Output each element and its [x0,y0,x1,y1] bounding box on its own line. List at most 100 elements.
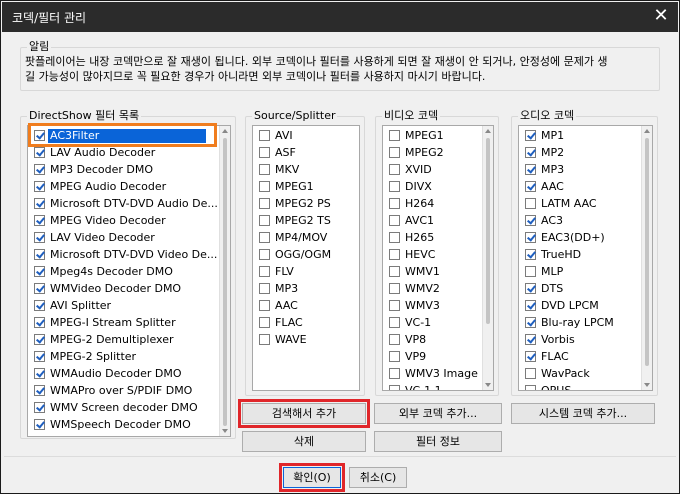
list-item[interactable]: AC3 [521,213,640,230]
list-item[interactable]: AVC1 [385,213,481,230]
list-item[interactable]: H264 [385,196,481,213]
checkbox[interactable] [259,249,270,260]
checkbox[interactable] [525,317,536,328]
checkbox[interactable] [525,334,536,345]
checkbox[interactable] [525,385,536,390]
list-item[interactable]: WMV3 Image [385,366,481,383]
list-item[interactable]: WAVE [255,332,359,349]
list-item[interactable]: MPEG Video Decoder [30,213,218,230]
list-item[interactable]: VC-1 1 [385,383,481,390]
checkbox[interactable] [34,334,45,345]
checkbox[interactable] [389,232,400,243]
list-item[interactable]: MPEG1 [385,128,481,145]
list-item[interactable]: AVI Splitter [30,298,218,315]
scroll-thumb[interactable] [486,138,490,324]
list-item[interactable]: MKV [255,162,359,179]
external-codec-add-button[interactable]: 외부 코덱 추가... [374,403,502,424]
list-item[interactable]: MPEG2 [385,145,481,162]
checkbox[interactable] [525,368,536,379]
scroll-down-icon[interactable] [644,383,650,387]
checkbox[interactable] [34,368,45,379]
checkbox[interactable] [525,300,536,311]
checkbox[interactable] [34,436,45,437]
scroll-down-icon[interactable] [485,383,491,387]
checkbox[interactable] [525,266,536,277]
checkbox[interactable] [34,283,45,294]
list-item[interactable]: MPEG2 TS [255,213,359,230]
list-item[interactable]: LAV Audio Decoder [30,145,218,162]
list-item[interactable]: MP3 Decoder DMO [30,162,218,179]
checkbox[interactable] [34,402,45,413]
list-item[interactable]: WMV1 [385,264,481,281]
list-item[interactable]: WMV Screen decoder DMO [30,400,218,417]
list-item[interactable]: Microsoft DTV-DVD Audio De... [30,196,218,213]
list-item[interactable]: MPEG-I Stream Splitter [30,315,218,332]
list-item[interactable]: MP3 [255,281,359,298]
checkbox[interactable] [259,181,270,192]
checkbox[interactable] [259,198,270,209]
checkbox[interactable] [259,232,270,243]
checkbox[interactable] [525,147,536,158]
checkbox[interactable] [34,351,45,362]
list-item[interactable]: AVI [255,128,359,145]
directshow-scrollbar[interactable] [219,126,230,436]
checkbox[interactable] [259,300,270,311]
checkbox[interactable] [525,181,536,192]
checkbox[interactable] [525,351,536,362]
checkbox[interactable] [34,266,45,277]
checkbox[interactable] [525,232,536,243]
list-item[interactable]: MPEG1 [255,179,359,196]
checkbox[interactable] [525,283,536,294]
list-item[interactable]: ASF [255,145,359,162]
checkbox[interactable] [34,419,45,430]
checkbox[interactable] [389,181,400,192]
list-item[interactable]: WavDest [30,434,218,437]
checkbox[interactable] [389,266,400,277]
checkbox[interactable] [389,283,400,294]
list-item[interactable]: WMSpeech Decoder DMO [30,417,218,434]
checkbox[interactable] [34,317,45,328]
checkbox[interactable] [389,385,400,390]
list-item[interactable]: MP3 [521,162,640,179]
scroll-up-icon[interactable] [485,129,491,133]
directshow-list[interactable]: AC3Filter LAV Audio Decoder MP3 Decoder DM… [27,125,231,437]
delete-button[interactable]: 삭제 [242,431,366,452]
list-item[interactable]: Microsoft DTV-DVD Video De... [30,247,218,264]
list-item[interactable]: EAC3(DD+) [521,230,640,247]
video-scrollbar[interactable] [482,126,493,390]
checkbox[interactable] [525,249,536,260]
checkbox[interactable] [34,215,45,226]
scroll-thumb[interactable] [645,138,649,366]
audio-codec-list[interactable]: MP1 MP2 MP3 AAC LATM AAC AC3 EAC3(DD+) TrueHD ML… [518,125,653,391]
checkbox[interactable] [389,334,400,345]
checkbox[interactable] [34,164,45,175]
list-item[interactable]: MP1 [521,128,640,145]
close-icon[interactable]: ✕ [648,5,674,29]
checkbox[interactable] [34,385,45,396]
list-item[interactable]: DIVX [385,179,481,196]
list-item[interactable]: TrueHD [521,247,640,264]
checkbox[interactable] [525,198,536,209]
checkbox[interactable] [34,147,45,158]
list-item[interactable]: AAC [521,179,640,196]
checkbox[interactable] [389,249,400,260]
list-item[interactable]: WMVideo Decoder DMO [30,281,218,298]
list-item[interactable]: DTS [521,281,640,298]
list-item[interactable]: MP2 [521,145,640,162]
list-item[interactable]: MPEG2 PS [255,196,359,213]
list-item[interactable]: WMV2 [385,281,481,298]
checkbox[interactable] [34,300,45,311]
checkbox[interactable] [34,198,45,209]
checkbox[interactable] [525,164,536,175]
checkbox[interactable] [259,283,270,294]
checkbox[interactable] [259,164,270,175]
list-item[interactable]: WMAudio Decoder DMO [30,366,218,383]
list-item[interactable]: XVID [385,162,481,179]
checkbox[interactable] [34,232,45,243]
audio-scrollbar[interactable] [641,126,652,390]
checkbox[interactable] [389,147,400,158]
list-item[interactable]: OPUS [521,383,640,390]
cancel-button[interactable]: 취소(C) [349,467,407,488]
checkbox[interactable] [389,300,400,311]
list-item[interactable]: Vorbis [521,332,640,349]
